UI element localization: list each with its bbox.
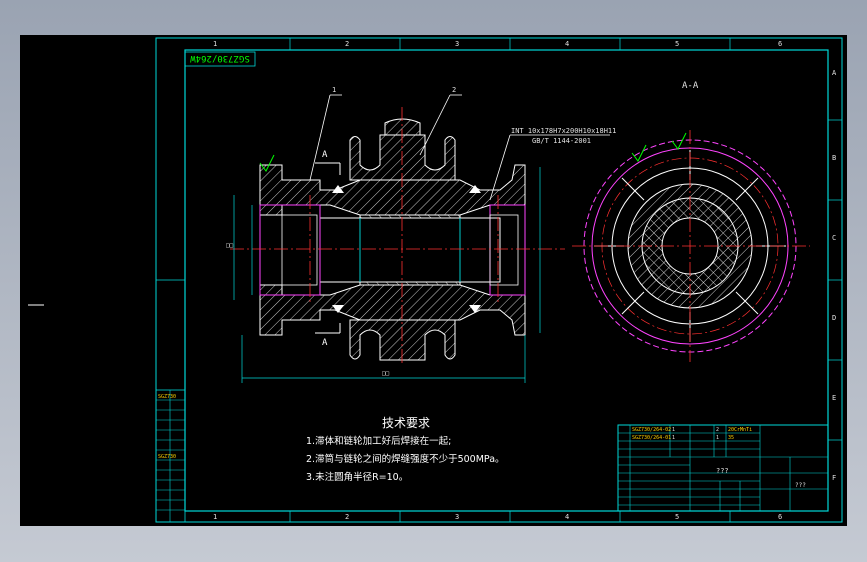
side-dimension: □□ — [226, 242, 234, 249]
code-box-text: SGZ730/264W — [190, 53, 250, 63]
zone-label-right-c: C — [832, 234, 836, 242]
zone-label-bottom-3: 3 — [455, 513, 459, 521]
section-title: A-A — [682, 81, 699, 91]
technical-requirements: 技术要求 1.滞体和链轮加工好后焊接在一起; 2.滞筒与链轮之间的焊缝强度不少于… — [306, 416, 505, 483]
zone-label-top-1: 1 — [213, 40, 217, 48]
sprocket-teeth-bottom — [349, 319, 456, 361]
left-strip-code-1: SGZ730 — [158, 394, 176, 400]
section-marker-top: A — [322, 150, 328, 160]
title-block-item-1: 2 — [716, 427, 719, 433]
requirement-2: 2.滞筒与链轮之间的焊缝强度不少于500MPa。 — [306, 453, 505, 465]
zone-label-top-4: 4 — [565, 40, 569, 48]
zone-label-right-e: E — [832, 394, 836, 402]
requirements-title: 技术要求 — [382, 416, 430, 430]
zone-label-top-6: 6 — [778, 40, 782, 48]
application-window: 1 2 3 4 5 6 1 2 3 4 5 6 A B C D E F SGZ7… — [0, 0, 867, 562]
code-box: SGZ730/264W — [184, 51, 256, 67]
zone-label-bottom-1: 1 — [213, 513, 217, 521]
zone-label-bottom-6: 6 — [778, 513, 782, 521]
main-section-view: □□ □□ A A 1 2 INT 10x178H7x200H10x18H11 … — [226, 86, 616, 383]
zone-label-top-2: 2 — [345, 40, 349, 48]
title-block-drawing-no: ??? — [795, 482, 806, 489]
zone-label-bottom-2: 2 — [345, 513, 349, 521]
callout-1: 1 — [332, 86, 336, 94]
zone-label-top-5: 5 — [675, 40, 679, 48]
left-strip-code-2: SGZ730 — [158, 454, 176, 460]
section-marker-bottom: A — [322, 338, 328, 348]
title-block-qty-1: 1 — [672, 427, 675, 433]
title-block-part-2: SGZ730/264-01 — [632, 435, 671, 441]
spline-spec: INT 10x178H7x200H10x18H11 — [511, 127, 616, 135]
left-strip-table: SGZ730 SGZ730 — [155, 389, 186, 523]
zone-label-top-3: 3 — [455, 40, 459, 48]
requirement-3: 3.未注圆角半径R=10。 — [306, 471, 408, 483]
sprocket-teeth-top — [349, 118, 456, 181]
title-block-material-1: 20CrMnTi — [728, 427, 752, 433]
requirement-1: 1.滞体和链轮加工好后焊接在一起; — [306, 435, 451, 447]
section-finish-marks — [631, 132, 687, 162]
title-block-qty-2: 1 — [672, 435, 675, 441]
title-block-part-1: SGZ730/264-02 — [632, 427, 671, 433]
callout-2: 2 — [452, 86, 456, 94]
section-center-lines — [572, 130, 810, 362]
zone-label-bottom-4: 4 — [565, 513, 569, 521]
title-block: SGZ730/264-02 1 2 20CrMnTi SGZ730/264-01… — [617, 424, 829, 512]
bore — [319, 217, 501, 283]
title-block-name: ??? — [716, 467, 729, 475]
zone-label-right-d: D — [832, 314, 836, 322]
drawing-canvas[interactable]: 1 2 3 4 5 6 1 2 3 4 5 6 A B C D E F SGZ7… — [20, 35, 847, 526]
spline-standard: GB/T 1144-2001 — [532, 137, 591, 145]
title-block-item-2: 1 — [716, 435, 719, 441]
zone-label-right-f: F — [832, 474, 836, 482]
title-block-material-2: 35 — [728, 435, 734, 441]
section-aa-view: A-A — [572, 81, 810, 362]
left-bearing-seat — [259, 204, 321, 296]
zone-label-right-a: A — [832, 69, 837, 77]
left-inner-cavity — [281, 214, 318, 286]
cad-drawing: 1 2 3 4 5 6 1 2 3 4 5 6 A B C D E F SGZ7… — [28, 37, 843, 523]
length-dimension: □□ — [382, 370, 390, 377]
zone-label-bottom-5: 5 — [675, 513, 679, 521]
zone-label-right-b: B — [832, 154, 836, 162]
